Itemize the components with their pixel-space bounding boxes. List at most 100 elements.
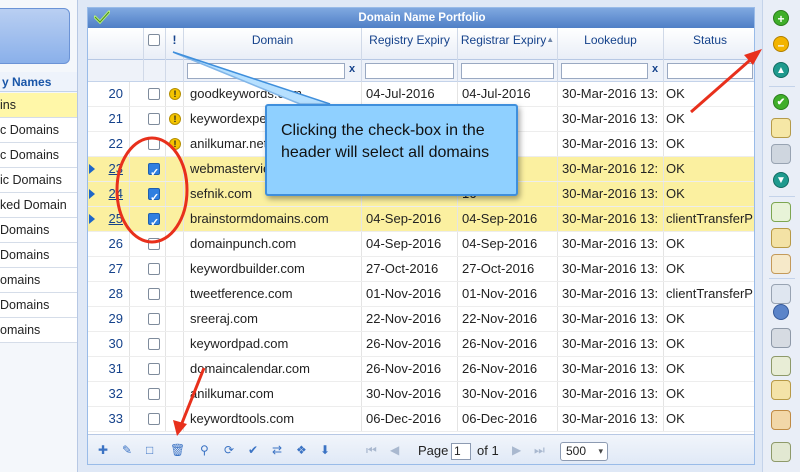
domain-cell[interactable]: goodkeywords.com [184, 82, 362, 106]
row-checkbox[interactable] [148, 138, 160, 150]
sync-icon[interactable] [771, 442, 791, 462]
row-checkbox[interactable] [148, 288, 160, 300]
checkmark-icon[interactable]: ✔ [248, 443, 258, 457]
sidebar-item[interactable]: ins [0, 93, 77, 118]
move-up-icon[interactable]: ▲ [773, 62, 789, 78]
import-icon[interactable] [771, 356, 791, 376]
move-down-icon[interactable]: ▼ [773, 172, 789, 188]
warn-cell [166, 357, 184, 381]
next-page-icon[interactable]: ▶ [512, 443, 521, 457]
table-row[interactable]: 30 keywordpad.com 26-Nov-2016 26-Nov-2016 30… [88, 332, 754, 357]
domain-filter-clear[interactable]: x [349, 63, 355, 75]
domain-cell[interactable]: domainpunch.com [184, 232, 362, 256]
edit-icon[interactable]: ✎ [122, 443, 132, 457]
folder-icon[interactable] [771, 228, 791, 248]
registry-expiry-column-header[interactable]: Registry Expiry [362, 28, 458, 60]
domain-cell[interactable]: tweetference.com [184, 282, 362, 306]
page-number-input[interactable]: 1 [451, 443, 471, 460]
status-column-header[interactable]: Status [664, 28, 754, 60]
lookedup-cell: 30-Mar-2016 13: [558, 307, 664, 331]
list-icon[interactable] [771, 284, 791, 304]
sidebar-item[interactable]: Domains [0, 293, 77, 318]
first-page-icon[interactable]: ⏮ [366, 443, 377, 458]
domain-cell[interactable]: anilkumar.com [184, 382, 362, 406]
sidebar-item[interactable]: omains [0, 268, 77, 293]
domain-cell[interactable]: keywordtools.com [184, 407, 362, 431]
sidebar-item[interactable]: ked Domain [0, 193, 77, 218]
swap-icon[interactable]: ⇄ [272, 443, 282, 457]
row-checkbox[interactable] [148, 413, 160, 425]
edit-pencil-icon[interactable] [771, 254, 791, 274]
row-checkbox[interactable] [148, 388, 160, 400]
row-checkbox[interactable] [148, 338, 160, 350]
table-row[interactable]: 31 domaincalendar.com 26-Nov-2016 26-Nov-20… [88, 357, 754, 382]
sidebar-item[interactable]: Domains [0, 243, 77, 268]
row-checkbox[interactable] [148, 161, 160, 181]
tag-icon[interactable] [771, 144, 791, 164]
page-size-select[interactable]: 500 ▾ [560, 442, 608, 461]
sidebar-item[interactable]: omains [0, 318, 77, 343]
sidebar-item[interactable]: c Domains [0, 143, 77, 168]
last-page-icon[interactable]: ⏭ [534, 443, 545, 458]
sidebar-item[interactable]: ic Domains [0, 168, 77, 193]
domain-filter-input[interactable] [187, 63, 345, 79]
row-checkbox[interactable] [148, 238, 160, 250]
warn-column-header[interactable]: ! [166, 28, 184, 60]
lookedup-filter-input[interactable] [561, 63, 648, 79]
panel-splitter[interactable] [79, 0, 87, 472]
search-icon[interactable]: ⚲ [200, 443, 209, 457]
status-cell: OK [666, 336, 685, 351]
table-row[interactable]: 32 anilkumar.com 30-Nov-2016 30-Nov-2016 30-… [88, 382, 754, 407]
refresh-icon[interactable]: ⟳ [224, 443, 234, 457]
registrar-expiry-column-header[interactable]: Registrar Expiry▲ [458, 28, 558, 60]
lookedup-filter-clear[interactable]: x [652, 63, 658, 75]
delete-icon[interactable]: 🗑 [170, 443, 185, 457]
row-checkbox[interactable] [148, 263, 160, 275]
row-checkbox[interactable] [148, 363, 160, 375]
domain-cell[interactable]: keywordbuilder.com [184, 257, 362, 281]
new-category-icon[interactable] [771, 202, 791, 222]
sidebar-item-label: ked Domain [0, 198, 67, 212]
table-row[interactable]: 33 keywordtools.com 06-Dec-2016 06-Dec-2016… [88, 407, 754, 432]
row-checkbox[interactable] [148, 313, 160, 325]
domain-cell[interactable]: brainstormdomains.com [184, 207, 362, 231]
row-checkbox[interactable] [148, 211, 160, 231]
status-filter-input[interactable] [667, 63, 753, 79]
lookedup-column-header[interactable]: Lookedup [558, 28, 664, 60]
view-icon[interactable]: □ [146, 443, 153, 457]
report-icon[interactable] [771, 380, 791, 400]
table-row[interactable]: 25brainstormdomains.com04-Sep-201604-Sep… [88, 207, 754, 232]
sidebar-item[interactable]: c Domains [0, 118, 77, 143]
chevron-down-icon: ▾ [598, 446, 603, 456]
row-number: 29 [88, 307, 130, 331]
prev-page-icon[interactable]: ◀ [390, 443, 399, 457]
domain-cell[interactable]: domaincalendar.com [184, 357, 362, 381]
domain-cell[interactable]: sreeraj.com [184, 307, 362, 331]
check-icon[interactable] [94, 10, 110, 24]
table-row[interactable]: 28 tweetference.com 01-Nov-2016 01-Nov-2016… [88, 282, 754, 307]
tag-icon[interactable]: ❖ [296, 443, 307, 457]
add-domain-icon[interactable]: + [773, 10, 789, 26]
table-row[interactable]: 27 keywordbuilder.com 27-Oct-2016 27-Oct-20… [88, 257, 754, 282]
tools-icon[interactable] [771, 328, 791, 348]
lookedup-cell: 30-Mar-2016 13: [558, 107, 664, 131]
download-icon[interactable]: ⬇ [320, 443, 330, 457]
select-all-checkbox[interactable] [148, 34, 160, 46]
table-row[interactable]: 29 sreeraj.com 22-Nov-2016 22-Nov-2016 30-Ma… [88, 307, 754, 332]
add-icon[interactable]: ✚ [98, 443, 108, 457]
row-checkbox[interactable] [148, 186, 160, 206]
row-checkbox[interactable] [148, 88, 160, 100]
domain-cell[interactable]: keywordpad.com [184, 332, 362, 356]
certificate-icon[interactable] [771, 118, 791, 138]
registrar-expiry-filter-input[interactable] [461, 63, 554, 79]
globe-icon[interactable] [773, 304, 789, 320]
registry-expiry-filter-input[interactable] [365, 63, 454, 79]
remove-domain-icon[interactable]: – [773, 36, 789, 52]
row-checkbox[interactable] [148, 113, 160, 125]
domain-column-header[interactable]: Domain [184, 28, 362, 60]
table-row[interactable]: 26 domainpunch.com 04-Sep-2016 04-Sep-2016 3… [88, 232, 754, 257]
confirm-icon[interactable]: ✔ [773, 94, 789, 110]
settings-icon[interactable] [771, 410, 791, 430]
warn-cell [166, 382, 184, 406]
sidebar-item[interactable]: Domains [0, 218, 77, 243]
